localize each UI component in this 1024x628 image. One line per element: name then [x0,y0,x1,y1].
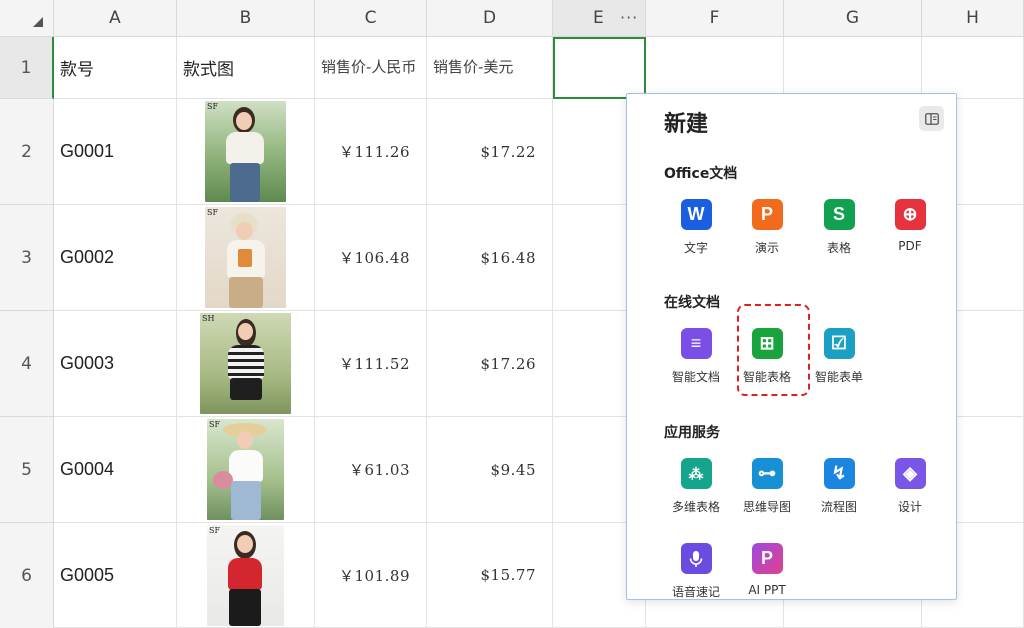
row-header-1[interactable]: 1 [0,37,54,99]
product-image[interactable]: SF [205,207,286,308]
presentation-icon: P [751,199,783,230]
section-office-docs: Office文档 [664,166,738,182]
app-label: 表格 [826,241,851,255]
cell-d3[interactable]: $16.48 [427,205,553,311]
highlight-smart-table [737,304,810,396]
image-watermark: SF [209,526,221,535]
cell-d5[interactable]: $9.45 [427,417,553,523]
new-multi-table-button[interactable]: ⁂ 多维表格 [661,458,731,515]
product-image[interactable]: SF [207,419,284,520]
microphone-icon [689,550,703,567]
image-watermark: SH [202,314,215,323]
app-label: 流程图 [820,500,857,514]
column-header-a[interactable]: A [54,0,177,37]
row-header-6[interactable]: 6 [0,523,54,628]
cell-g1[interactable] [784,37,922,99]
column-header-c[interactable]: C [315,0,427,37]
cell-d1[interactable]: 销售价-美元 [427,37,553,99]
new-spreadsheet-button[interactable]: S 表格 [804,199,874,256]
column-header-b[interactable]: B [177,0,315,37]
cell-a5[interactable]: G0004 [54,417,177,523]
smart-doc-icon: ≡ [680,328,712,359]
section-app-services: 应用服务 [664,425,720,441]
new-smart-form-button[interactable]: ☑ 智能表单 [804,328,874,385]
app-label: 文字 [683,241,708,255]
cell-c4[interactable]: ￥111.52 [315,311,427,417]
app-label: 智能文档 [671,370,720,384]
app-label: 多维表格 [671,500,720,514]
cell-c5[interactable]: ￥61.03 [315,417,427,523]
smart-form-icon: ☑ [823,328,855,359]
sidebar-panel-icon [924,112,939,125]
product-image[interactable]: SF [205,101,286,202]
column-header-g[interactable]: G [784,0,922,37]
mind-map-icon: ⊶ [751,458,783,489]
word-icon: W [680,199,712,230]
row-header-2[interactable]: 2 [0,99,54,205]
cell-a6[interactable]: G0005 [54,523,177,628]
active-cell-outline [553,37,646,99]
row-header-4[interactable]: 4 [0,311,54,417]
cell-a4[interactable]: G0003 [54,311,177,417]
new-voice-note-button[interactable]: 语音速记 [661,543,731,600]
row-header-3[interactable]: 3 [0,205,54,311]
cell-d2[interactable]: $17.22 [427,99,553,205]
cell-c1[interactable]: 销售价-人民币 [315,37,427,99]
cell-c6[interactable]: ￥101.89 [315,523,427,628]
cell-b1[interactable]: 款式图 [177,37,315,99]
cell-a3[interactable]: G0002 [54,205,177,311]
spreadsheet-icon: S [823,199,855,230]
new-flowchart-button[interactable]: ↯ 流程图 [804,458,874,515]
panel-toggle-button[interactable] [919,106,944,131]
column-header-f[interactable]: F [646,0,784,37]
app-label: 智能表单 [814,370,863,384]
column-more-icon[interactable]: ··· [620,8,638,27]
section-online-docs: 在线文档 [664,295,720,311]
cell-c3[interactable]: ￥106.48 [315,205,427,311]
row-header-5[interactable]: 5 [0,417,54,523]
cell-a2[interactable]: G0001 [54,99,177,205]
image-watermark: SF [207,102,219,111]
cell-f1[interactable] [646,37,784,99]
app-label: 演示 [754,241,779,255]
new-design-button[interactable]: ◈ 设计 [875,458,945,515]
app-label: 设计 [897,500,922,514]
select-all-corner[interactable] [0,0,54,37]
panel-title: 新建 [664,112,709,137]
voice-note-icon [680,543,712,574]
image-watermark: SF [209,420,221,429]
app-label: 语音速记 [671,585,720,599]
app-label: PDF [898,239,922,253]
cell-d6[interactable]: $15.77 [427,523,553,628]
app-label: AI PPT [748,583,786,597]
new-document-panel: 新建 Office文档 W 文字 P 演示 S 表格 ⊕ PDF 在线文档 ≡ … [626,93,957,600]
product-image[interactable]: SF [207,525,284,626]
new-pdf-button[interactable]: ⊕ PDF [875,199,945,253]
ai-ppt-icon: P [751,543,783,574]
product-image[interactable]: SH [200,313,291,414]
design-icon: ◈ [894,458,926,489]
column-header-d[interactable]: D [427,0,553,37]
cell-c2[interactable]: ￥111.26 [315,99,427,205]
pdf-icon: ⊕ [894,199,926,230]
column-header-h[interactable]: H [922,0,1024,37]
cell-a1[interactable]: 款号 [54,37,177,99]
flowchart-icon: ↯ [823,458,855,489]
select-all-triangle-icon [33,17,43,27]
new-mind-map-button[interactable]: ⊶ 思维导图 [732,458,802,515]
new-presentation-button[interactable]: P 演示 [732,199,802,256]
new-ai-ppt-button[interactable]: P AI PPT [732,543,802,597]
cell-h1[interactable] [922,37,1024,99]
multi-table-icon: ⁂ [680,458,712,489]
new-word-button[interactable]: W 文字 [661,199,731,256]
image-watermark: SF [207,208,219,217]
new-smart-doc-button[interactable]: ≡ 智能文档 [661,328,731,385]
cell-d4[interactable]: $17.26 [427,311,553,417]
app-label: 思维导图 [742,500,791,514]
